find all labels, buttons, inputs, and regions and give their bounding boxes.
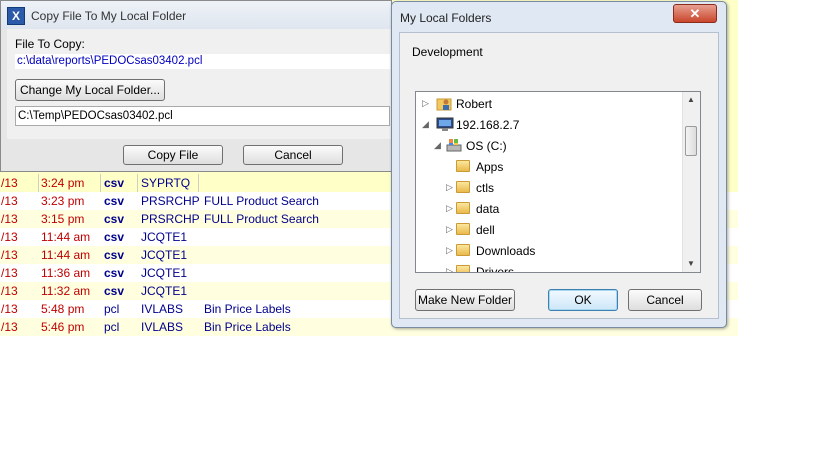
row-date: /13 (1, 266, 18, 280)
row-name: JCQTE1 (141, 266, 188, 280)
row-time: 3:24 pm (41, 176, 85, 190)
copy-dialog-body: File To Copy: c:\data\reports\PEDOCsas03… (7, 29, 391, 139)
user-folder-icon (436, 96, 452, 111)
computer-icon (436, 117, 454, 132)
row-name: IVLABS (141, 320, 184, 334)
row-desc: Bin Price Labels (204, 320, 291, 334)
source-file-path: c:\data\reports\PEDOCsas03402.pcl (15, 54, 390, 69)
change-local-folder-button[interactable]: Change My Local Folder... (15, 79, 165, 101)
expand-arrow-icon[interactable]: ▷ (446, 203, 454, 214)
folder-cancel-button[interactable]: Cancel (628, 289, 702, 311)
copy-dialog-title: Copy File To My Local Folder (31, 9, 187, 23)
copy-cancel-button[interactable]: Cancel (243, 145, 343, 165)
scroll-up-icon[interactable]: ▲ (687, 95, 695, 104)
row-time: 5:48 pm (41, 302, 85, 316)
folder-icon (456, 160, 470, 172)
row-name: SYPRTQ (141, 176, 191, 190)
row-time: 3:23 pm (41, 194, 85, 208)
tree-node-label: 192.168.2.7 (456, 118, 520, 132)
scrollbar-thumb[interactable] (685, 126, 697, 156)
row-date: /13 (1, 302, 18, 316)
row-type: csv (104, 230, 125, 244)
collapse-arrow-icon[interactable]: ◢ (434, 140, 442, 151)
drive-icon (446, 138, 462, 153)
tree-node-label: Robert (456, 97, 493, 111)
expand-arrow-icon[interactable]: ▷ (446, 245, 454, 256)
row-date: /13 (1, 212, 18, 226)
row-desc: Bin Price Labels (204, 302, 291, 316)
row-name: PRSRCHP (141, 212, 200, 226)
row-desc: FULL Product Search (204, 194, 319, 208)
folder-tree[interactable]: ▷ Robert ◢ 192.168.2.7 ◢ OS (C:) Apps ▷ … (415, 91, 701, 273)
row-time: 5:46 pm (41, 320, 85, 334)
row-date: /13 (1, 284, 18, 298)
row-name: PRSRCHP (141, 194, 200, 208)
row-type: csv (104, 176, 125, 190)
current-folder-label: Development (412, 45, 483, 59)
tree-node-label: Drivers (476, 265, 514, 273)
expand-arrow-icon[interactable]: ▷ (446, 266, 454, 272)
app-logo-icon: X (7, 7, 25, 25)
row-time: 11:44 am (41, 248, 91, 262)
row-name: JCQTE1 (141, 230, 188, 244)
folder-dialog-title: My Local Folders (400, 11, 492, 25)
copy-dialog-titlebar[interactable]: X Copy File To My Local Folder (1, 1, 391, 29)
row-time: 11:36 am (41, 266, 91, 280)
close-button[interactable]: ✕ (673, 4, 717, 23)
tree-node-label: OS (C:) (466, 139, 507, 153)
expand-arrow-icon[interactable]: ▷ (446, 182, 454, 193)
expand-arrow-icon[interactable]: ▷ (422, 98, 430, 109)
copy-file-button[interactable]: Copy File (123, 145, 223, 165)
folder-dialog-body: Development ▷ Robert ◢ 192.168.2.7 ◢ OS … (399, 32, 719, 319)
tree-node-label: Downloads (476, 244, 536, 258)
row-type: csv (104, 266, 125, 280)
tree-node-label: dell (476, 223, 495, 237)
tree-scrollbar[interactable]: ▲ ▼ (682, 92, 700, 272)
make-new-folder-button[interactable]: Make New Folder (415, 289, 515, 311)
row-type: pcl (104, 320, 120, 334)
row-name: IVLABS (141, 302, 184, 316)
folder-icon (456, 202, 470, 214)
row-type: csv (104, 194, 125, 208)
row-desc: FULL Product Search (204, 212, 319, 226)
row-type: csv (104, 284, 125, 298)
row-date: /13 (1, 320, 18, 334)
row-time: 11:32 am (41, 284, 91, 298)
expand-arrow-icon[interactable]: ▷ (446, 224, 454, 235)
tree-node-label: ctls (476, 181, 494, 195)
folder-icon (456, 223, 470, 235)
row-date: /13 (1, 194, 18, 208)
tree-node-label: data (476, 202, 500, 216)
scroll-down-icon[interactable]: ▼ (687, 259, 695, 268)
row-date: /13 (1, 176, 18, 190)
row-type: csv (104, 212, 125, 226)
row-type: csv (104, 248, 125, 262)
row-time: 3:15 pm (41, 212, 85, 226)
row-date: /13 (1, 230, 18, 244)
copy-file-dialog: X Copy File To My Local Folder File To C… (0, 0, 392, 172)
collapse-arrow-icon[interactable]: ◢ (422, 119, 430, 130)
folder-icon (456, 181, 470, 193)
file-to-copy-label: File To Copy: (15, 37, 85, 51)
row-date: /13 (1, 248, 18, 262)
local-folders-dialog: My Local Folders ✕ Development ▷ Robert … (391, 1, 727, 328)
row-name: JCQTE1 (141, 284, 188, 298)
tree-node-label: Apps (476, 160, 504, 174)
local-path-field[interactable]: C:\Temp\PEDOCsas03402.pcl (15, 106, 390, 126)
row-name: JCQTE1 (141, 248, 188, 262)
folder-icon (456, 244, 470, 256)
ok-button[interactable]: OK (548, 289, 618, 311)
row-time: 11:44 am (41, 230, 91, 244)
folder-icon (456, 265, 470, 272)
row-type: pcl (104, 302, 120, 316)
